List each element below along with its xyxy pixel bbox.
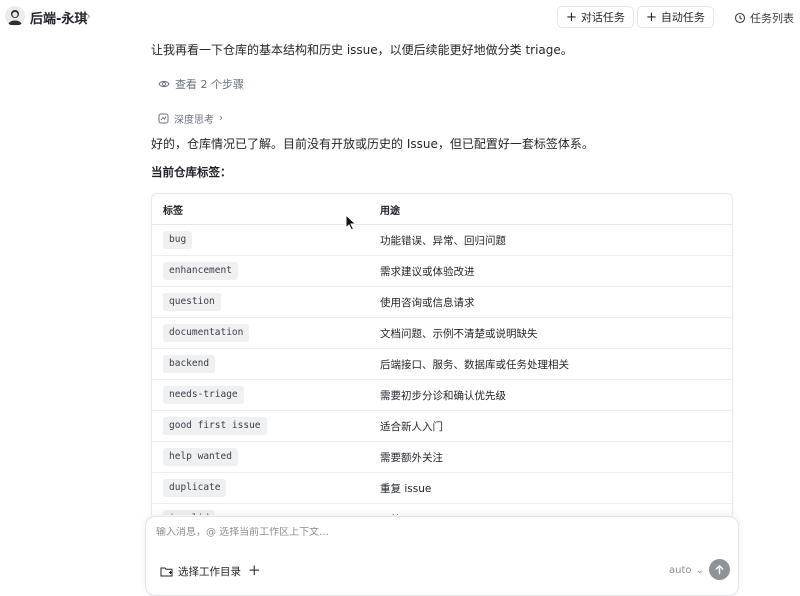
- desc-cell: 使用咨询或信息请求: [369, 286, 732, 318]
- label-tag: help wanted: [163, 448, 238, 466]
- plus-icon: +: [566, 9, 577, 25]
- avatar-icon: [8, 10, 22, 25]
- auto-task-label: 自动任务: [660, 11, 705, 24]
- folder-icon: [160, 567, 173, 577]
- auto-task-button[interactable]: + 自动任务: [637, 6, 714, 28]
- deep-thinking-label: 深度思考: [174, 115, 214, 126]
- chat-task-label: 对话任务: [580, 11, 625, 24]
- label-tag: enhancement: [163, 262, 238, 280]
- desc-cell: 功能错误、异常、回归问题: [369, 224, 732, 256]
- table-row: enhancement 需求建议或体验改进: [152, 255, 732, 287]
- tag-cell: good first issue: [152, 410, 369, 442]
- select-directory-button[interactable]: 选择工作目录: [160, 564, 241, 579]
- message-input[interactable]: [156, 527, 716, 538]
- table-row: invalid 无效 issue: [152, 503, 732, 515]
- agent-name[interactable]: 后端-永琪: [30, 8, 87, 27]
- tag-cell: backend: [152, 348, 369, 380]
- message-composer: 选择工作目录 + auto ⌄: [145, 516, 739, 596]
- agent-avatar[interactable]: [5, 6, 25, 26]
- chat-task-button[interactable]: + 对话任务: [557, 6, 634, 28]
- add-attachment-button[interactable]: +: [248, 561, 261, 579]
- tag-cell: documentation: [152, 317, 369, 349]
- tag-cell: needs-triage: [152, 379, 369, 411]
- table-row: question 使用咨询或信息请求: [152, 286, 732, 318]
- view-steps-label: 查看 2 个步骤: [175, 78, 244, 91]
- chevron-right-icon[interactable]: ›: [86, 9, 91, 23]
- task-list-label: 任务列表: [750, 12, 794, 25]
- thinking-icon: [158, 113, 169, 124]
- desc-cell: 无效 issue: [369, 503, 732, 515]
- table-row: documentation 文档问题、示例不清楚或说明缺失: [152, 317, 732, 349]
- table-row: backend 后端接口、服务、数据库或任务处理相关: [152, 348, 732, 380]
- labels-table: 标签 用途 bug 功能错误、异常、回归问题 enhancement 需求建议或体验…: [151, 193, 733, 515]
- label-tag: documentation: [163, 324, 250, 342]
- model-select[interactable]: auto ⌄: [669, 565, 704, 576]
- eye-icon: [158, 80, 170, 88]
- desc-cell: 适合新人入门: [369, 410, 732, 442]
- chevron-right-icon: ›: [219, 113, 223, 124]
- mouse-cursor-icon: [345, 214, 357, 231]
- select-directory-label: 选择工作目录: [178, 566, 241, 578]
- view-steps-toggle[interactable]: 查看 2 个步骤: [158, 76, 244, 92]
- desc-cell: 需要初步分诊和确认优先级: [369, 379, 732, 411]
- arrow-up-icon: [715, 565, 724, 575]
- desc-cell: 需要额外关注: [369, 441, 732, 473]
- desc-cell: 重复 issue: [369, 472, 732, 504]
- tag-cell: enhancement: [152, 255, 369, 287]
- desc-cell: 需求建议或体验改进: [369, 255, 732, 287]
- table-row: good first issue 适合新人入门: [152, 410, 732, 442]
- assistant-message-line: 好的，仓库情况已了解。目前没有开放或历史的 Issue，但已配置好一套标签体系。: [151, 137, 594, 151]
- label-tag: duplicate: [163, 479, 227, 497]
- tag-cell: bug: [152, 224, 369, 256]
- label-tag: backend: [163, 355, 216, 373]
- tag-cell: invalid: [152, 503, 369, 515]
- label-tag: bug: [163, 231, 193, 249]
- label-tag: good first issue: [163, 417, 267, 435]
- tag-cell: help wanted: [152, 441, 369, 473]
- table-header-row: 标签 用途: [152, 194, 732, 225]
- plus-icon: +: [646, 9, 657, 25]
- top-bar: 后端-永琪 › + 对话任务 + 自动任务 任务列表: [0, 0, 800, 34]
- table-row: needs-triage 需要初步分诊和确认优先级: [152, 379, 732, 411]
- deep-thinking-toggle[interactable]: 深度思考 ›: [158, 111, 223, 126]
- send-button[interactable]: [709, 559, 730, 580]
- tag-cell: duplicate: [152, 472, 369, 504]
- label-tag: needs-triage: [163, 386, 244, 404]
- desc-cell: 文档问题、示例不清楚或说明缺失: [369, 317, 732, 349]
- desc-cell: 后端接口、服务、数据库或任务处理相关: [369, 348, 732, 380]
- table-row: bug 功能错误、异常、回归问题: [152, 224, 732, 256]
- table-header-cell: 用途: [369, 194, 732, 225]
- task-list-button[interactable]: 任务列表: [734, 10, 794, 26]
- label-tag: question: [163, 293, 221, 311]
- table-header-cell: 标签: [152, 194, 369, 225]
- model-select-value: auto: [669, 565, 692, 576]
- tag-cell: question: [152, 286, 369, 318]
- section-title: 当前仓库标签：: [151, 165, 232, 179]
- table-row: duplicate 重复 issue: [152, 472, 732, 504]
- label-tag: invalid: [163, 510, 216, 515]
- table-row: help wanted 需要额外关注: [152, 441, 732, 473]
- chevron-down-icon: ⌄: [695, 565, 704, 576]
- assistant-message-line: 让我再看一下仓库的基本结构和历史 issue，以便后续能更好地做分类 triag…: [151, 43, 573, 57]
- history-icon: [734, 12, 746, 24]
